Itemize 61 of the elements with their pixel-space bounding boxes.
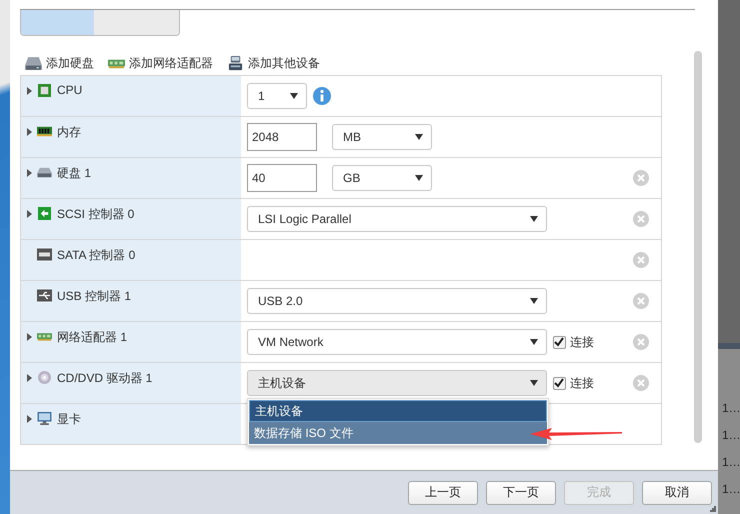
- device-label: USB 控制器 1: [57, 288, 132, 305]
- device-icon: [227, 56, 244, 70]
- list-item-text: 1…: [722, 428, 740, 442]
- chip-icon: [37, 84, 52, 97]
- select-field[interactable]: GB: [332, 165, 432, 191]
- footer-button[interactable]: 下一页: [486, 480, 556, 504]
- checkbox-label: 连接: [570, 374, 594, 392]
- select-field[interactable]: LSI Logic Parallel: [247, 206, 547, 232]
- device-label: 内存: [57, 124, 81, 141]
- monitor-icon: [37, 412, 52, 425]
- footer-button[interactable]: 取消: [642, 480, 712, 504]
- controller-icon: [37, 248, 52, 261]
- caret-icon: [415, 134, 423, 140]
- checkbox[interactable]: [553, 336, 566, 348]
- expand-arrow-icon[interactable]: [27, 169, 32, 177]
- device-label: CPU: [57, 83, 82, 97]
- device-label: 网络适配器 1: [57, 329, 128, 346]
- list-item-text: 1…: [722, 401, 740, 415]
- select-field[interactable]: USB 2.0: [247, 288, 547, 314]
- device-label: CD/DVD 驱动器 1: [57, 370, 152, 387]
- select-field[interactable]: 主机设备: [247, 370, 547, 396]
- memory-module-icon: [37, 125, 52, 138]
- select-field[interactable]: VM Network: [247, 329, 547, 355]
- header-bar: [718, 343, 740, 349]
- number-field[interactable]: 2048: [247, 123, 317, 151]
- scrollbar[interactable]: [694, 51, 702, 443]
- expand-arrow-icon[interactable]: [27, 415, 32, 423]
- checkbox[interactable]: [553, 376, 566, 390]
- toolbar-button[interactable]: 添加硬盘: [25, 54, 94, 72]
- expand-arrow-icon[interactable]: [27, 210, 32, 218]
- disc-icon: [37, 371, 52, 384]
- toolbar-button[interactable]: 添加网络适配器: [108, 54, 213, 72]
- caret-icon: [530, 216, 538, 222]
- resize-grip-icon[interactable]: [710, 506, 716, 512]
- caret-icon: [290, 93, 298, 99]
- list-item-text: 1…: [722, 455, 740, 469]
- footer-button[interactable]: 上一页: [408, 480, 478, 504]
- number-field[interactable]: 40: [247, 164, 317, 192]
- dropdown-option[interactable]: 主机设备: [249, 400, 547, 422]
- expand-arrow-icon[interactable]: [27, 333, 32, 341]
- caret-icon: [530, 339, 538, 345]
- expand-arrow-icon[interactable]: [27, 87, 32, 95]
- device-label: 硬盘 1: [57, 165, 92, 182]
- device-label: 显卡: [57, 411, 81, 428]
- checkbox-label: 连接: [570, 334, 594, 350]
- caret-icon: [530, 380, 538, 386]
- caret-icon: [530, 298, 538, 304]
- caret-icon: [415, 175, 423, 181]
- dropdown-option[interactable]: 数据存储 ISO 文件: [249, 422, 547, 444]
- expand-arrow-icon[interactable]: [27, 128, 32, 136]
- device-label: SATA 控制器 0: [57, 247, 136, 264]
- controller-icon: [37, 207, 52, 220]
- select-field[interactable]: MB: [332, 124, 432, 150]
- device-label: SCSI 控制器 0: [57, 206, 134, 223]
- usb-icon: [37, 289, 52, 302]
- toolbar-button[interactable]: 添加其他设备: [227, 54, 320, 72]
- info-icon[interactable]: [313, 87, 331, 105]
- network-card-icon: [37, 330, 52, 343]
- expand-arrow-icon[interactable]: [27, 374, 32, 382]
- select-field[interactable]: 1: [247, 83, 307, 109]
- list-item-text: 1…: [722, 482, 740, 496]
